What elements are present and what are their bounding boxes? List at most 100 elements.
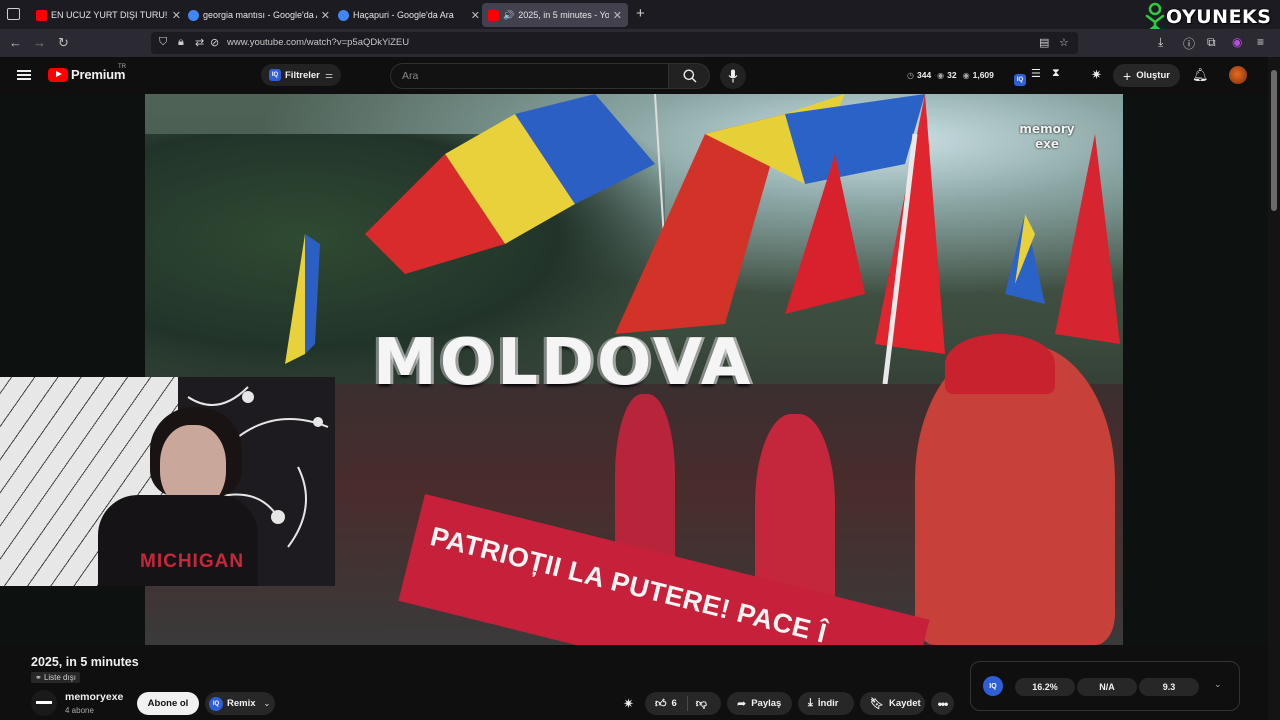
chevron-down-icon[interactable]: ⌄: [1214, 679, 1222, 690]
back-icon[interactable]: ←: [9, 35, 22, 50]
remix-button[interactable]: IQ Remix ⌄: [205, 692, 275, 715]
plus-icon: +: [1123, 67, 1132, 84]
permissions-icon[interactable]: ⇄: [195, 36, 204, 49]
create-label: Oluştur: [1136, 70, 1170, 81]
voice-search-button[interactable]: [720, 63, 746, 89]
watermark-line-2: exe: [1034, 137, 1060, 151]
more-dots-icon: •••: [937, 696, 949, 711]
downloads-icon[interactable]: ⤓: [1158, 35, 1163, 50]
oyuneks-mascot-icon: [1145, 2, 1165, 32]
close-tab-icon[interactable]: ✕: [613, 9, 622, 22]
save-button[interactable]: 🔖︎ Kaydet: [860, 692, 925, 715]
bookmark-star-icon[interactable]: ☆: [1059, 36, 1069, 49]
country-code: TR: [118, 64, 126, 70]
gemini-sparkle-icon[interactable]: ✷: [1091, 67, 1102, 83]
views-icon: ◉: [962, 70, 970, 80]
search-input[interactable]: Ara: [390, 63, 669, 89]
save-label: Kaydet: [888, 698, 921, 709]
app-menu-icon[interactable]: ≡: [1257, 35, 1264, 49]
autoplay-blocked-icon[interactable]: ⊘: [210, 36, 219, 49]
iq-extension-icon[interactable]: IQ: [1014, 69, 1026, 86]
tab-title: georgia mantısı - Google'da Ara: [203, 10, 317, 20]
close-tab-icon[interactable]: ✕: [471, 9, 480, 22]
search-icon: [683, 69, 697, 83]
new-tab-button[interactable]: +: [636, 5, 645, 22]
filters-label: Filtreler: [285, 69, 320, 81]
video-title: 2025, in 5 minutes: [31, 655, 139, 669]
guide-menu-icon[interactable]: [17, 70, 31, 80]
account-avatar[interactable]: [1229, 66, 1247, 84]
page-scrollbar[interactable]: [1268, 57, 1280, 720]
small-moldova-flag-image: [285, 234, 320, 364]
iq-stats: ◷ 344 ◉ 32 ◉ 1,609: [907, 70, 994, 80]
tab-1[interactable]: EN UCUZ YURT DIŞI TURU! - Yo ✕: [30, 3, 181, 27]
iq-metric-2: N/A: [1077, 678, 1137, 696]
more-actions-button[interactable]: •••: [931, 692, 954, 715]
google-favicon-icon: [338, 9, 349, 21]
search-placeholder: Ara: [402, 70, 419, 82]
youtube-masthead: Premium TR IQ Filtreler ⚌ Ara ◷ 344 ◉ 32…: [0, 57, 1268, 94]
shield-icon[interactable]: ⛉: [159, 36, 167, 49]
audio-playing-icon[interactable]: 🔊: [503, 10, 514, 21]
forward-icon[interactable]: →: [33, 35, 46, 50]
webcam-overlay: MICHIGAN: [0, 377, 335, 586]
extensions-icon[interactable]: ⧉: [1207, 35, 1216, 50]
youtube-favicon-icon: [488, 9, 499, 21]
watermark-line-1: memory: [1019, 122, 1075, 136]
tab-2[interactable]: georgia mantısı - Google'da Ara ✕: [182, 3, 330, 27]
google-favicon-icon: [188, 9, 199, 21]
filters-button[interactable]: IQ Filtreler ⚌: [261, 64, 341, 86]
gemini-sparkle-icon[interactable]: ✷: [623, 696, 634, 712]
lock-icon[interactable]: 🔒︎: [178, 36, 184, 49]
tab-4-active[interactable]: 🔊 2025, in 5 minutes - YouTub ✕: [482, 3, 628, 27]
reader-view-icon[interactable]: ▤: [1039, 36, 1049, 49]
tab-title: 2025, in 5 minutes - YouTub: [518, 10, 609, 20]
notifications-bell-icon[interactable]: 🔔︎: [1192, 67, 1209, 83]
tab-title: Haçapuri - Google'da Ara: [353, 10, 454, 20]
bookmark-icon: 🔖︎: [870, 698, 884, 710]
channel-avatar[interactable]: [31, 690, 57, 716]
oyuneks-wordmark: OYUNEKS: [1166, 6, 1272, 28]
video-overlay-title: MOLDOVA: [373, 326, 754, 400]
iq-extension-icon: IQ: [209, 696, 223, 711]
tab-list-icon[interactable]: [7, 8, 20, 20]
reload-icon[interactable]: ↻: [58, 35, 69, 51]
close-tab-icon[interactable]: ✕: [321, 9, 330, 22]
scrollbar-thumb[interactable]: [1271, 70, 1277, 211]
hourglass-icon[interactable]: ⧗: [1052, 67, 1060, 80]
channel-watermark: memory exe: [1007, 122, 1087, 152]
dislike-thumb-icon[interactable]: 👎︎: [696, 697, 707, 710]
shirt-text: MICHIGAN: [140, 551, 245, 572]
clock-icon: ◷: [907, 70, 914, 80]
stat-a: 344: [916, 70, 932, 80]
download-button[interactable]: ⤓ İndir: [798, 692, 854, 715]
share-button[interactable]: ➦ Paylaş: [727, 692, 792, 715]
chevron-down-icon[interactable]: ⌄: [264, 699, 271, 708]
info-icon[interactable]: ⓘ: [1183, 35, 1195, 52]
download-label: İndir: [817, 698, 839, 709]
stat-c: 1,609: [972, 70, 994, 80]
divider: [686, 696, 688, 711]
subscribe-button[interactable]: Abone ol: [137, 692, 199, 715]
stat-b: 32: [947, 70, 957, 80]
video-player[interactable]: PATRIOȚII LA PUTERE! PACE Î MOLDOVA memo…: [0, 94, 1268, 645]
youtube-premium-logo[interactable]: Premium TR: [48, 64, 126, 82]
create-button[interactable]: + Oluştur: [1113, 64, 1180, 87]
profile-extension-icon[interactable]: ◉: [1232, 35, 1242, 49]
red-cap: [945, 334, 1055, 394]
share-arrow-icon: ➦: [737, 698, 747, 710]
channel-name[interactable]: memoryexe: [65, 691, 123, 703]
tab-title: EN UCUZ YURT DIŞI TURU! - Yo: [51, 10, 168, 20]
like-thumb-icon[interactable]: 👍︎: [655, 697, 667, 710]
iq-metric-3: 9.3: [1139, 678, 1199, 696]
eye-icon: ◉: [937, 70, 945, 80]
list-icon[interactable]: ☰: [1031, 67, 1041, 80]
like-count[interactable]: 6: [672, 698, 677, 709]
address-bar[interactable]: ⛉ 🔒︎ ⇄ ⊘ www.youtube.com/watch?v=p5aQDkY…: [151, 32, 1078, 54]
url-text[interactable]: www.youtube.com/watch?v=p5aQDkYiZEU: [227, 37, 409, 48]
tab-3[interactable]: Haçapuri - Google'da Ara ✕: [332, 3, 480, 27]
iq-metrics-panel: IQ 16.2% N/A 9.3 ⌄: [970, 661, 1240, 711]
search-button[interactable]: [668, 63, 710, 89]
link-icon: ⚭: [35, 673, 42, 682]
close-tab-icon[interactable]: ✕: [172, 9, 181, 22]
